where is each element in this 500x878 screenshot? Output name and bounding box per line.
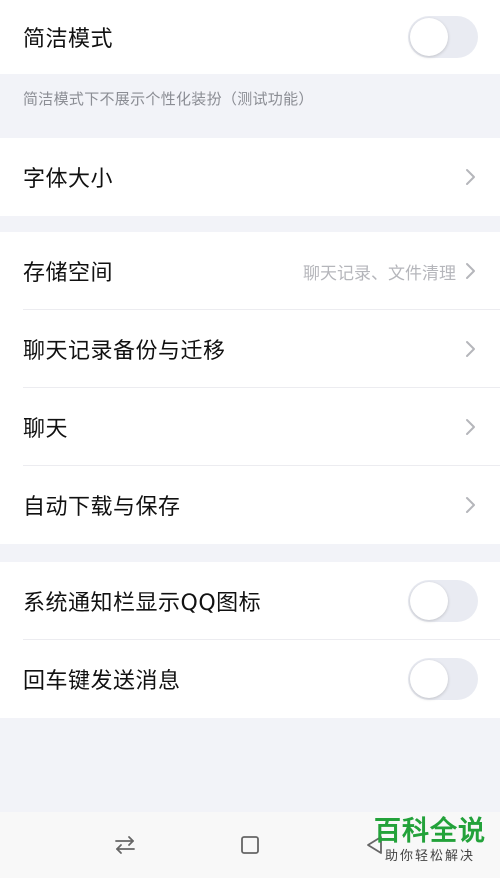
storage-chat-group: 存储空间 聊天记录、文件清理 聊天记录备份与迁移 聊天 自动下载与保存 — [0, 232, 500, 544]
watermark-title: 百科全说 — [374, 816, 486, 847]
chat-backup-label: 聊天记录备份与迁移 — [23, 339, 226, 364]
simple-mode-group: 简洁模式 — [0, 0, 500, 74]
chevron-right-icon — [466, 497, 475, 513]
simple-mode-hint: 简洁模式下不展示个性化装扮（测试功能） — [23, 89, 314, 108]
font-size-group: 字体大小 — [0, 138, 500, 216]
chat-label: 聊天 — [23, 417, 69, 442]
notify-icon-row[interactable]: 系统通知栏显示QQ图标 — [0, 562, 500, 640]
chat-row[interactable]: 聊天 — [0, 388, 500, 466]
toggle-knob — [410, 582, 448, 620]
watermark-subtitle: 助你轻松解决 — [384, 849, 475, 864]
notify-icon-label: 系统通知栏显示QQ图标 — [23, 591, 262, 616]
toggle-knob — [410, 660, 448, 698]
enter-send-toggle[interactable] — [408, 658, 478, 700]
storage-value: 聊天记录、文件清理 — [303, 263, 456, 284]
simple-mode-label: 简洁模式 — [23, 27, 114, 52]
home-square-icon[interactable] — [237, 832, 263, 858]
enter-send-row[interactable]: 回车键发送消息 — [0, 640, 500, 718]
chevron-right-icon — [466, 263, 475, 279]
enter-send-label: 回车键发送消息 — [23, 669, 181, 694]
notify-icon-toggle[interactable] — [408, 580, 478, 622]
auto-download-row[interactable]: 自动下载与保存 — [0, 466, 500, 544]
chevron-right-icon — [466, 419, 475, 435]
font-size-label: 字体大小 — [23, 167, 114, 192]
auto-download-label: 自动下载与保存 — [23, 495, 181, 520]
switch-apps-icon[interactable] — [112, 832, 138, 858]
font-size-row[interactable]: 字体大小 — [0, 138, 500, 216]
chevron-right-icon — [466, 341, 475, 357]
chat-backup-row[interactable]: 聊天记录备份与迁移 — [0, 310, 500, 388]
toggles-group: 系统通知栏显示QQ图标 回车键发送消息 — [0, 562, 500, 718]
simple-mode-toggle[interactable] — [408, 16, 478, 58]
toggle-knob — [410, 18, 448, 56]
simple-mode-row[interactable]: 简洁模式 — [0, 0, 500, 74]
storage-label: 存储空间 — [23, 261, 114, 286]
chevron-right-icon — [466, 169, 475, 185]
storage-row[interactable]: 存储空间 聊天记录、文件清理 — [0, 232, 500, 310]
watermark-logo: 百科全说 助你轻松解决 — [374, 816, 486, 866]
